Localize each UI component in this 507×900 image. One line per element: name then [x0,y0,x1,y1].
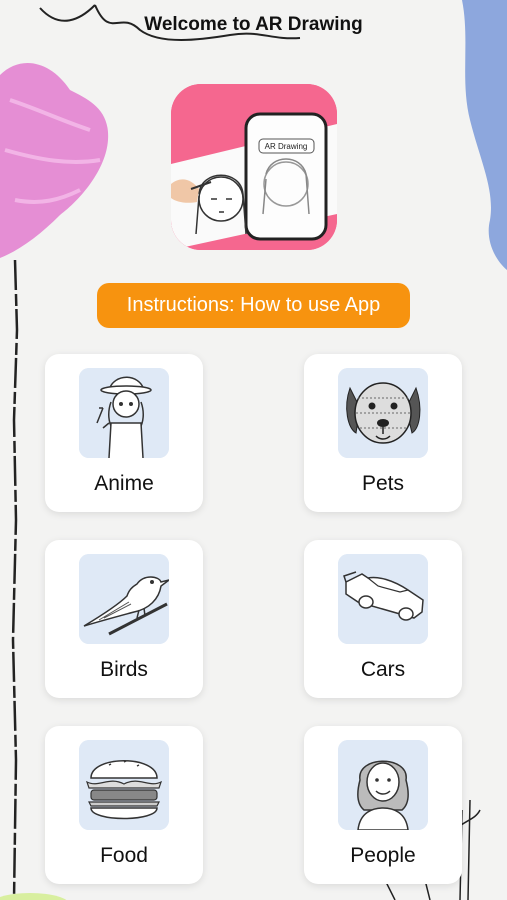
page-title: Welcome to AR Drawing [144,14,363,35]
category-label: Birds [100,658,148,681]
category-label: Pets [361,472,405,495]
category-card-food[interactable]: Food [45,726,203,884]
app-logo: AR Drawing [171,84,337,250]
category-card-cars[interactable]: Cars [304,540,462,698]
category-card-anime[interactable]: Anime [45,354,203,512]
category-label: People [350,844,416,867]
dog-icon [338,368,428,458]
category-card-pets[interactable]: Pets [304,354,462,512]
car-icon [338,554,428,644]
bird-icon [79,554,169,644]
category-label: Anime [94,472,154,495]
category-label: Food [100,844,148,867]
left-line [11,259,19,900]
category-label: Cars [360,658,406,681]
anime-girl-icon [79,368,169,458]
green-blob [0,893,67,900]
logo-badge-text: AR Drawing [265,142,308,151]
ar-drawing-logo-icon: AR Drawing [171,84,337,250]
category-card-birds[interactable]: Birds [45,540,203,698]
woman-portrait-icon [338,740,428,830]
instructions-button[interactable]: Instructions: How to use App [97,283,410,328]
blue-paint-blob [462,0,507,270]
category-card-people[interactable]: People [304,726,462,884]
burger-icon [79,740,169,830]
